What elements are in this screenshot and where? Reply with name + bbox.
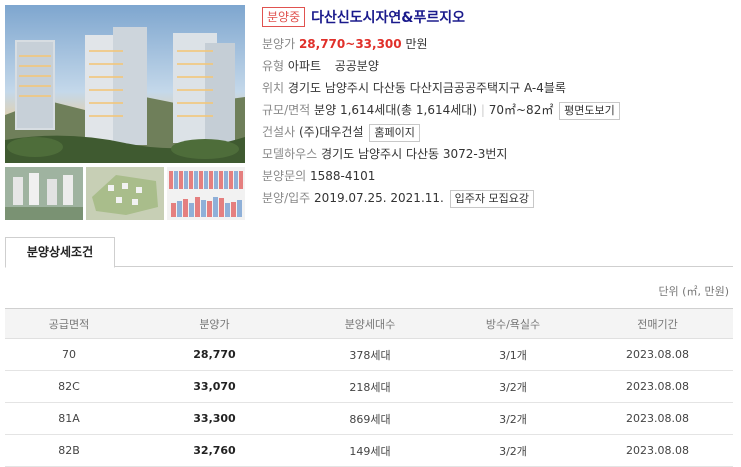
price-unit: 만원 bbox=[405, 37, 428, 51]
dates-label: 분양/입주 bbox=[262, 191, 311, 205]
header-rooms-baths: 방수/욕실수 bbox=[485, 317, 541, 331]
price-value: 28,770~33,300 bbox=[298, 37, 402, 51]
notice-button[interactable]: 입주자 모집요강 bbox=[449, 189, 535, 208]
header-units: 분양세대수 bbox=[344, 317, 396, 331]
scale-label: 규모/면적 bbox=[262, 103, 311, 117]
builder-row: 건설사 (주)대우건설 홈페이지 bbox=[262, 121, 732, 143]
cell-price: 28,770 bbox=[193, 348, 236, 361]
table-row: 81A 33,300 869세대 3/2개 2023.08.08 bbox=[5, 403, 733, 435]
tab-sale-conditions[interactable]: 분양상세조건 bbox=[5, 237, 115, 268]
type-value-secondary: 공공분양 bbox=[334, 59, 379, 73]
cell-rooms-baths: 3/1개 bbox=[499, 348, 527, 362]
cell-rooms-baths: 3/2개 bbox=[499, 412, 527, 426]
move-in-date: 2021.11. bbox=[390, 191, 444, 205]
sale-conditions-table: 공급면적 분양가 분양세대수 방수/욕실수 전매기간 70 28,770 378… bbox=[5, 308, 733, 467]
listing-title: 다산신도시자연&푸르지오 bbox=[311, 10, 466, 26]
contact-row: 분양문의 1588-4101 bbox=[262, 165, 732, 187]
thumbnail-aerial-view[interactable] bbox=[5, 167, 83, 220]
builder-value: (주)대우건설 bbox=[298, 125, 364, 139]
header-price: 분양가 bbox=[199, 317, 230, 331]
type-value: 아파트 bbox=[287, 59, 322, 73]
table-row: 82C 33,070 218세대 3/2개 2023.08.08 bbox=[5, 371, 733, 403]
cell-price: 33,070 bbox=[193, 380, 236, 393]
cell-rooms-baths: 3/2개 bbox=[499, 444, 527, 458]
header-supply-area: 공급면적 bbox=[48, 317, 90, 331]
floorplan-button[interactable]: 평면도보기 bbox=[559, 101, 620, 120]
area-value: 70㎡~82㎡ bbox=[488, 103, 554, 117]
type-row: 유형 아파트 공공분양 bbox=[262, 55, 732, 77]
location-row: 위치 경기도 남양주시 다산동 다산지금공공주택지구 A-4블록 bbox=[262, 77, 732, 99]
sale-date: 2019.07.25. bbox=[314, 191, 387, 205]
cell-units: 869세대 bbox=[349, 412, 391, 426]
price-label: 분양가 bbox=[262, 37, 296, 51]
table-row: 70 28,770 378세대 3/1개 2023.08.08 bbox=[5, 339, 733, 371]
cell-price: 33,300 bbox=[193, 412, 236, 425]
table-row: 82B 32,760 149세대 3/2개 2023.08.08 bbox=[5, 435, 733, 467]
cell-resale-period: 2023.08.08 bbox=[626, 348, 689, 361]
tab-bar: 분양상세조건 bbox=[5, 237, 733, 268]
title-row: 분양중 다산신도시자연&푸르지오 bbox=[262, 6, 732, 28]
cell-price: 32,760 bbox=[193, 444, 236, 457]
header-resale-period: 전매기간 bbox=[637, 317, 678, 331]
type-label: 유형 bbox=[262, 59, 285, 73]
cell-units: 218세대 bbox=[349, 380, 391, 394]
cell-supply-area: 81A bbox=[58, 412, 80, 425]
thumbnail-unit-chart[interactable] bbox=[167, 167, 245, 220]
location-label: 위치 bbox=[262, 81, 285, 95]
thumbnail-site-plan[interactable] bbox=[86, 167, 164, 220]
builder-label: 건설사 bbox=[262, 125, 296, 139]
cell-resale-period: 2023.08.08 bbox=[626, 380, 689, 393]
thumbnail-strip bbox=[5, 167, 245, 220]
scale-value: 분양 1,614세대(총 1,614세대) bbox=[314, 103, 478, 117]
status-badge: 분양중 bbox=[262, 7, 306, 27]
scale-row: 규모/면적 분양 1,614세대(총 1,614세대) | 70㎡~82㎡ 평면… bbox=[262, 99, 732, 121]
location-value: 경기도 남양주시 다산동 다산지금공공주택지구 A-4블록 bbox=[287, 81, 566, 95]
cell-units: 149세대 bbox=[349, 444, 391, 458]
cell-units: 378세대 bbox=[349, 348, 391, 362]
cell-resale-period: 2023.08.08 bbox=[626, 412, 689, 425]
listing-info-panel: 분양중 다산신도시자연&푸르지오 분양가 28,770~33,300 만원 유형… bbox=[262, 6, 732, 209]
contact-label: 분양문의 bbox=[262, 169, 307, 183]
price-row: 분양가 28,770~33,300 만원 bbox=[262, 33, 732, 55]
dates-row: 분양/입주 2019.07.25. 2021.11. 입주자 모집요강 bbox=[262, 187, 732, 209]
modelhouse-label: 모델하우스 bbox=[262, 147, 318, 161]
cell-supply-area: 70 bbox=[62, 348, 76, 361]
cell-resale-period: 2023.08.08 bbox=[626, 444, 689, 457]
cell-supply-area: 82C bbox=[58, 380, 80, 393]
modelhouse-row: 모델하우스 경기도 남양주시 다산동 3072-3번지 bbox=[262, 143, 732, 165]
main-rendering-image[interactable] bbox=[5, 5, 245, 163]
cell-rooms-baths: 3/2개 bbox=[499, 380, 527, 394]
table-header: 공급면적 분양가 분양세대수 방수/욕실수 전매기간 bbox=[5, 309, 733, 339]
cell-supply-area: 82B bbox=[58, 444, 80, 457]
homepage-button[interactable]: 홈페이지 bbox=[369, 123, 420, 142]
unit-note: 단위 (㎡, 만원) bbox=[658, 285, 729, 298]
contact-value: 1588-4101 bbox=[310, 169, 376, 183]
modelhouse-value: 경기도 남양주시 다산동 3072-3번지 bbox=[321, 147, 508, 161]
